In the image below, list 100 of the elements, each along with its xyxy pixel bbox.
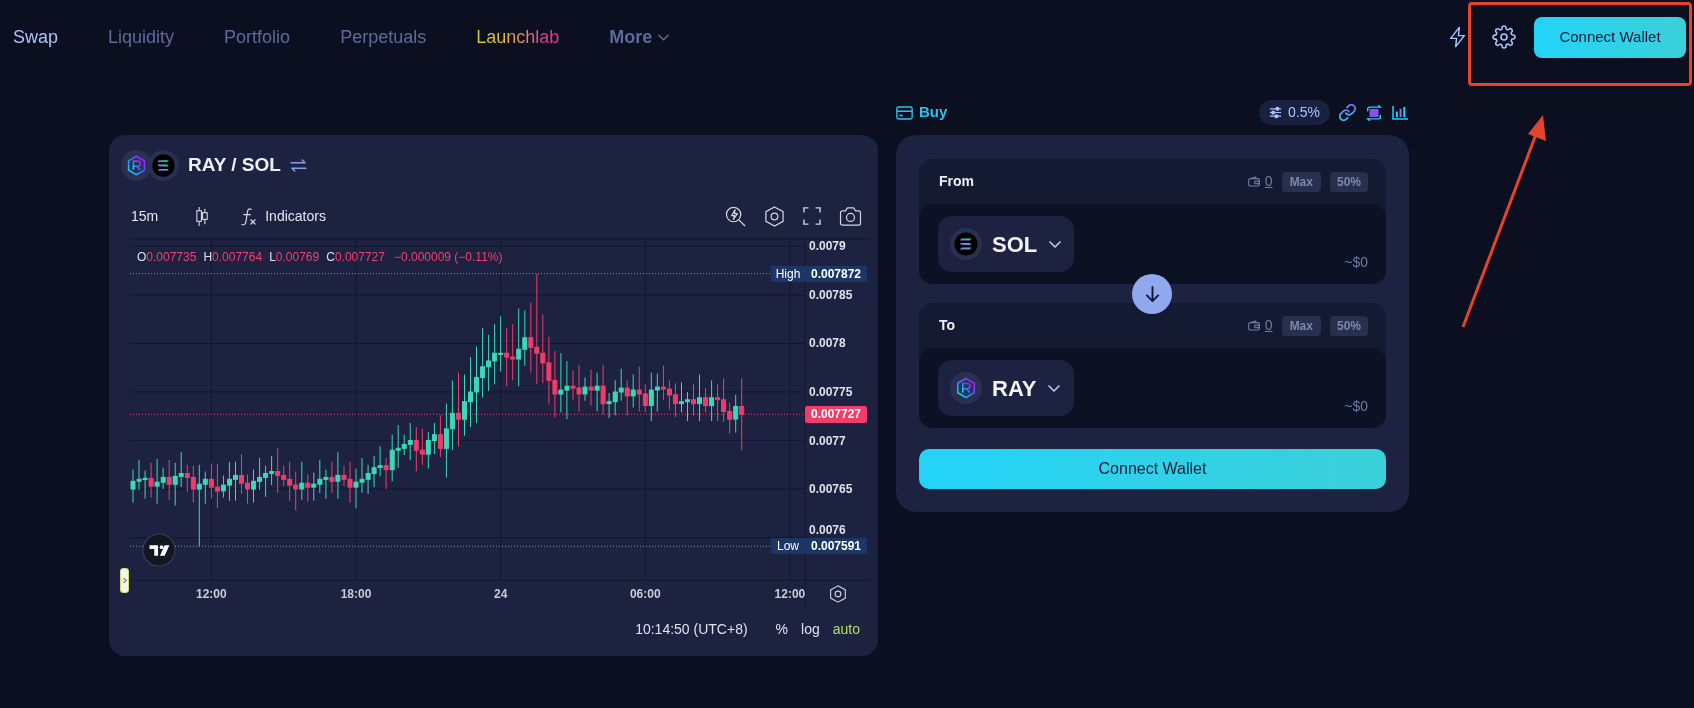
- price-axis-label: 0.0078: [809, 336, 846, 351]
- amount-field[interactable]: SOL ~$0: [919, 204, 1386, 284]
- price-axis-label: 0.00775: [809, 385, 853, 399]
- nav-link[interactable]: Swap: [13, 23, 59, 51]
- buy-link[interactable]: Buy: [896, 101, 948, 124]
- token-icon: [148, 149, 179, 181]
- chevron-down-icon: [1049, 240, 1062, 248]
- candlestick: [600, 364, 606, 415]
- magnifier-lightning-icon[interactable]: [725, 205, 746, 227]
- nav-link[interactable]: Portfolio: [224, 23, 291, 51]
- panel-label: From: [939, 172, 974, 191]
- candlestick: [691, 383, 696, 416]
- candlestick: [594, 372, 600, 412]
- wallet-icon: [1247, 320, 1260, 331]
- nav-menu[interactable]: More: [609, 23, 670, 51]
- logo-icon[interactable]: [142, 533, 176, 567]
- wallet-icon: [1247, 176, 1260, 187]
- half-button[interactable]: 50%: [1329, 171, 1368, 192]
- price-axis-label: 0.00765: [809, 482, 853, 496]
- settings-icon[interactable]: [764, 205, 785, 227]
- chevron-down-icon: [1048, 384, 1061, 392]
- arrow-down-icon: [1144, 285, 1160, 303]
- candlestick: [624, 379, 630, 416]
- settings-icon[interactable]: [829, 585, 847, 603]
- price-change: −0.000009 (−0.11%): [393, 249, 503, 266]
- candlestick: [166, 459, 172, 501]
- candlestick: [697, 374, 702, 422]
- square-arrows-icon[interactable]: [1365, 103, 1383, 122]
- chevron-down-icon: [658, 33, 670, 41]
- candlestick: [703, 387, 709, 413]
- candlestick: [733, 394, 739, 434]
- candlestick: [148, 462, 154, 499]
- balance-link[interactable]: 0: [1264, 315, 1273, 336]
- candlestick: [437, 414, 443, 458]
- time-zone-label: 10:14:50 (UTC+8): [635, 619, 748, 639]
- balance-link[interactable]: 0: [1264, 171, 1273, 192]
- price-marker-label: High: [771, 265, 805, 282]
- interval-button[interactable]: 15m: [131, 205, 159, 227]
- legend-value: 0.007727: [334, 249, 385, 266]
- link-icon[interactable]: [1339, 104, 1356, 121]
- settings-icon[interactable]: [1492, 25, 1516, 49]
- max-button[interactable]: Max: [1281, 315, 1321, 336]
- price-axis-label: 0.0079: [809, 239, 846, 254]
- function-icon: [241, 206, 257, 226]
- connect-wallet-button[interactable]: Connect Wallet: [1534, 16, 1686, 58]
- candlestick: [582, 376, 588, 402]
- scale-toggle[interactable]: %: [775, 618, 789, 640]
- last-price-label: 0.007727: [805, 405, 867, 423]
- candlestick: [456, 372, 461, 447]
- amount-field[interactable]: RAY ~$0: [919, 348, 1386, 428]
- swap-arrows-icon[interactable]: [289, 158, 307, 172]
- time-axis-label: 18:00: [340, 587, 372, 601]
- candlestick: [739, 377, 745, 451]
- sliders-icon: [1269, 106, 1283, 119]
- price-axis-label: 0.00785: [809, 287, 853, 302]
- max-button[interactable]: Max: [1281, 171, 1321, 192]
- candlestick: [305, 474, 311, 503]
- candlestick: [335, 451, 341, 500]
- token-icon: [950, 228, 982, 260]
- card-icon: [896, 105, 913, 120]
- legend-key: O: [137, 248, 147, 266]
- candlestick: [588, 369, 594, 407]
- nav-link[interactable]: Perpetuals: [340, 23, 427, 51]
- slippage-button[interactable]: 0.5%: [1259, 100, 1330, 125]
- connect-wallet-button[interactable]: Connect Wallet: [919, 449, 1386, 489]
- time-axis-label: 12:00: [196, 587, 227, 601]
- price-marker-value: 0.007872: [805, 265, 867, 282]
- fullscreen-icon[interactable]: [803, 207, 821, 225]
- price-marker-value: 0.007591: [805, 538, 867, 555]
- scale-toggle[interactable]: auto: [832, 618, 860, 640]
- token-select-button[interactable]: SOL: [938, 216, 1074, 272]
- lightning-icon[interactable]: [1448, 26, 1467, 48]
- token-icon: [121, 149, 152, 181]
- candles-icon[interactable]: [195, 205, 210, 227]
- expand-handle[interactable]: [120, 568, 129, 593]
- chevron-right-icon: [122, 577, 127, 584]
- camera-icon[interactable]: [839, 206, 862, 226]
- legend-value: 0.00769: [275, 249, 320, 266]
- candlestick: [709, 379, 715, 422]
- indicators-button[interactable]: Indicators: [241, 205, 326, 227]
- legend-value: 0.007735: [146, 249, 197, 266]
- time-axis-label: 24: [493, 587, 508, 601]
- token-icon: [950, 372, 982, 404]
- time-axis-label: 06:00: [629, 587, 661, 601]
- price-axis-label: 0.0076: [809, 523, 846, 538]
- bar-chart-icon[interactable]: [1392, 105, 1409, 120]
- candlestick: [630, 374, 636, 408]
- legend-value: 0.007764: [212, 249, 263, 266]
- time-axis-label: 12:00: [774, 587, 806, 601]
- token-select-button[interactable]: RAY: [938, 360, 1074, 416]
- candlestick: [299, 461, 305, 501]
- price-marker-label: Low: [771, 538, 805, 555]
- half-button[interactable]: 50%: [1329, 315, 1368, 336]
- usd-value: ~$0: [1344, 253, 1368, 272]
- candlestick: [383, 457, 389, 490]
- pair-title: RAY / SOL: [188, 152, 281, 177]
- panel-label: To: [939, 316, 956, 335]
- scale-toggle[interactable]: log: [801, 618, 820, 640]
- legend-key: H: [203, 248, 213, 266]
- nav-link[interactable]: Liquidity: [108, 23, 175, 51]
